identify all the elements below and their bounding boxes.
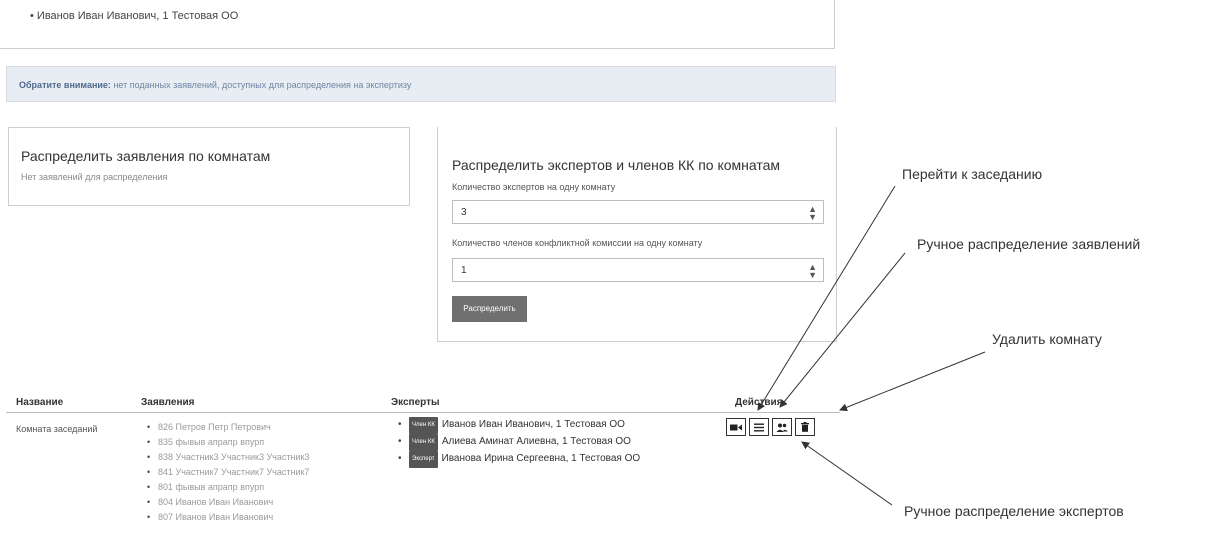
annotation-delete-room: Удалить комнату [992,331,1102,347]
annotation-manual-experts: Ручное распределение экспертов [904,503,1124,519]
annotation-arrows [757,185,986,506]
annotation-manual-applications: Ручное распределение заявлений [917,236,1141,252]
annotation-go-to-meeting: Перейти к заседанию [902,166,1043,182]
